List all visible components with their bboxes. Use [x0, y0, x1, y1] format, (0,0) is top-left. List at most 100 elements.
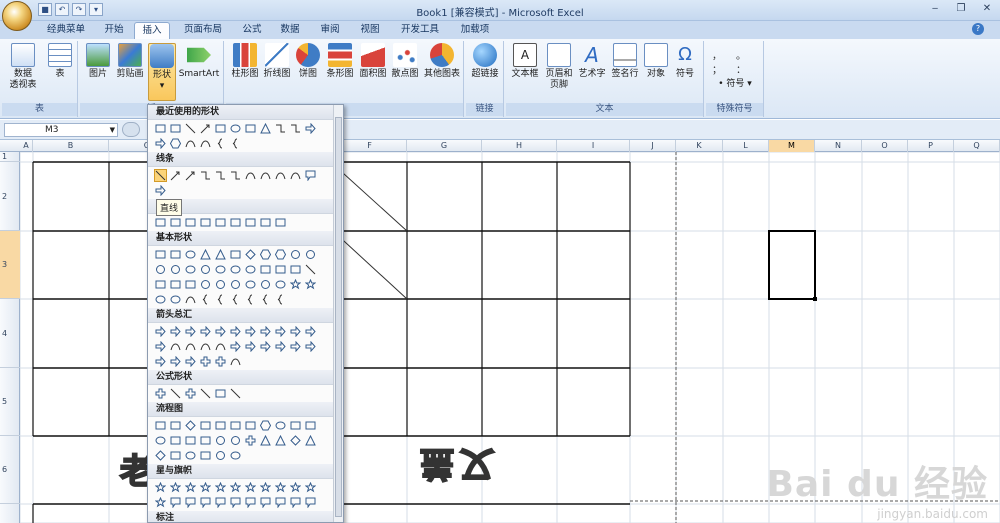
oval-shape-icon[interactable]	[184, 449, 197, 462]
callout-shape-icon[interactable]	[304, 169, 317, 182]
rarrow-shape-icon[interactable]	[154, 137, 167, 150]
rect-shape-icon[interactable]	[169, 434, 182, 447]
rarrow-shape-icon[interactable]	[154, 340, 167, 353]
column-header-M[interactable]: M	[769, 140, 815, 152]
callout-shape-icon[interactable]	[214, 496, 227, 509]
rarrow-shape-icon[interactable]	[289, 340, 302, 353]
rarrow-shape-icon[interactable]	[169, 325, 182, 338]
column-header-A[interactable]: A	[20, 140, 33, 152]
rect-shape-icon[interactable]	[184, 278, 197, 291]
callout-shape-icon[interactable]	[289, 496, 302, 509]
rarrow-shape-icon[interactable]	[184, 355, 197, 368]
plus-shape-icon[interactable]	[244, 434, 257, 447]
oval-shape-icon[interactable]	[184, 263, 197, 276]
chevron-down-icon[interactable]: ▼	[110, 124, 115, 136]
star-shape-icon[interactable]	[244, 481, 257, 494]
rarrow-shape-icon[interactable]	[244, 325, 257, 338]
column-header-G[interactable]: G	[407, 140, 482, 152]
rect-shape-icon[interactable]	[169, 278, 182, 291]
rarrow-shape-icon[interactable]	[154, 184, 167, 197]
rarrow-shape-icon[interactable]	[304, 340, 317, 353]
rarrow-shape-icon[interactable]	[229, 325, 242, 338]
symbol-period[interactable]: 。	[736, 47, 746, 62]
tab-view[interactable]: 视图	[352, 22, 388, 39]
rect-shape-icon[interactable]	[214, 387, 227, 400]
hex-shape-icon[interactable]	[259, 248, 272, 261]
oval-shape-icon[interactable]	[274, 278, 287, 291]
star-shape-icon[interactable]	[154, 481, 167, 494]
brace-shape-icon[interactable]	[199, 293, 212, 306]
symbol-dropdown-button[interactable]: • 符号 ▾	[710, 79, 760, 90]
hyperlink-button[interactable]: 超链接	[469, 43, 501, 80]
rect-shape-icon[interactable]	[184, 216, 197, 229]
callout-shape-icon[interactable]	[199, 496, 212, 509]
rarrow-shape-icon[interactable]	[274, 325, 287, 338]
oval-shape-icon[interactable]	[229, 263, 242, 276]
oval-shape-icon[interactable]	[244, 278, 257, 291]
star-shape-icon[interactable]	[289, 278, 302, 291]
elbow-shape-icon[interactable]	[214, 169, 227, 182]
column-header-F[interactable]: F	[333, 140, 407, 152]
curve-shape-icon[interactable]	[229, 355, 242, 368]
star-shape-icon[interactable]	[259, 481, 272, 494]
wordart-button[interactable]: A 艺术字	[576, 43, 608, 80]
tab-insert[interactable]: 插入	[134, 22, 170, 39]
column-header-P[interactable]: P	[908, 140, 954, 152]
callout-shape-icon[interactable]	[259, 496, 272, 509]
rect-shape-icon[interactable]	[169, 449, 182, 462]
symbol-colon[interactable]: ：	[736, 61, 746, 76]
arrow-shape-icon[interactable]	[199, 122, 212, 135]
help-icon[interactable]: ?	[972, 23, 984, 35]
curve-shape-icon[interactable]	[274, 169, 287, 182]
rect-shape-icon[interactable]	[274, 216, 287, 229]
rect-shape-icon[interactable]	[304, 419, 317, 432]
rect-shape-icon[interactable]	[229, 419, 242, 432]
curve-shape-icon[interactable]	[184, 137, 197, 150]
row-header-3[interactable]: 3	[0, 231, 20, 299]
row-header-1[interactable]: 1	[0, 152, 20, 162]
rect-shape-icon[interactable]	[244, 122, 257, 135]
tri-shape-icon[interactable]	[259, 122, 272, 135]
oval-shape-icon[interactable]	[244, 263, 257, 276]
column-header-I[interactable]: I	[557, 140, 630, 152]
curve-shape-icon[interactable]	[289, 169, 302, 182]
brace-shape-icon[interactable]	[214, 137, 227, 150]
line-shape-icon[interactable]	[184, 122, 197, 135]
rarrow-shape-icon[interactable]	[199, 325, 212, 338]
circ-shape-icon[interactable]	[214, 449, 227, 462]
column-header-J[interactable]: J	[630, 140, 676, 152]
rect-shape-icon[interactable]	[199, 216, 212, 229]
circ-shape-icon[interactable]	[229, 434, 242, 447]
rect-shape-icon[interactable]	[229, 216, 242, 229]
other-charts-button[interactable]: 其他图表	[422, 43, 462, 80]
scatter-chart-button[interactable]: 散点图	[390, 43, 420, 80]
name-box[interactable]: M3 ▼	[4, 123, 118, 137]
row-header-2[interactable]: 2	[0, 162, 20, 231]
curve-shape-icon[interactable]	[184, 293, 197, 306]
circ-shape-icon[interactable]	[304, 248, 317, 261]
callout-shape-icon[interactable]	[229, 496, 242, 509]
rect-shape-icon[interactable]	[169, 248, 182, 261]
rect-shape-icon[interactable]	[229, 248, 242, 261]
rect-shape-icon[interactable]	[214, 122, 227, 135]
curve-shape-icon[interactable]	[199, 340, 212, 353]
dia-shape-icon[interactable]	[154, 449, 167, 462]
shapes-button[interactable]: 形状 ▾	[148, 43, 176, 101]
rarrow-shape-icon[interactable]	[229, 340, 242, 353]
rect-shape-icon[interactable]	[169, 419, 182, 432]
oval-shape-icon[interactable]	[169, 293, 182, 306]
rect-shape-icon[interactable]	[289, 419, 302, 432]
rect-shape-icon[interactable]	[244, 216, 257, 229]
tab-data[interactable]: 数据	[272, 22, 308, 39]
oval-shape-icon[interactable]	[229, 449, 242, 462]
column-header-H[interactable]: H	[482, 140, 557, 152]
brace-shape-icon[interactable]	[229, 137, 242, 150]
column-header-N[interactable]: N	[815, 140, 862, 152]
brace-shape-icon[interactable]	[274, 293, 287, 306]
circ-shape-icon[interactable]	[214, 434, 227, 447]
rect-shape-icon[interactable]	[169, 216, 182, 229]
tri-shape-icon[interactable]	[304, 434, 317, 447]
arrow-shape-icon[interactable]	[169, 169, 182, 182]
column-header-Q[interactable]: Q	[954, 140, 1000, 152]
oval-shape-icon[interactable]	[229, 122, 242, 135]
